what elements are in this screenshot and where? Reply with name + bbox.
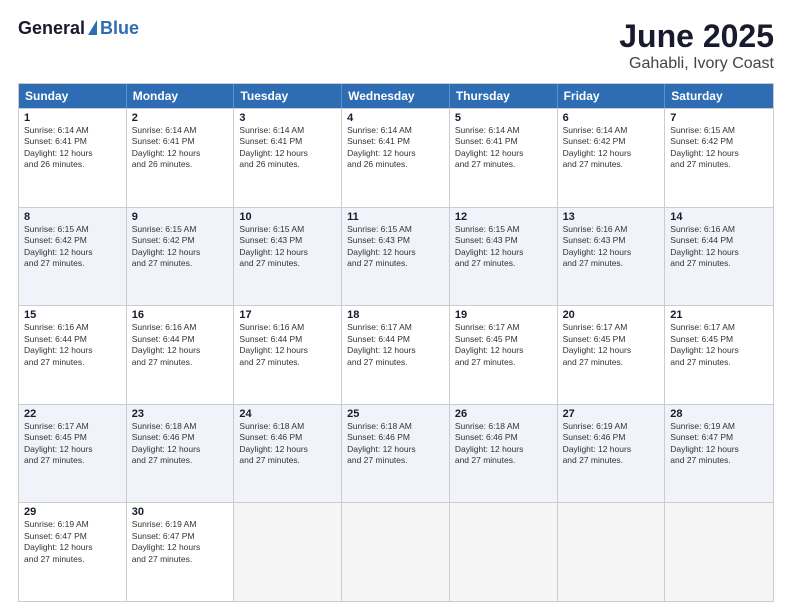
day-empty-5	[665, 503, 773, 601]
logo-blue-text: Blue	[100, 18, 139, 39]
calendar-subtitle: Gahabli, Ivory Coast	[619, 55, 774, 73]
logo: General Blue	[18, 18, 139, 39]
header: General Blue June 2025 Gahabli, Ivory Co…	[18, 18, 774, 73]
logo-triangle-icon	[88, 20, 97, 35]
day-19: 19 Sunrise: 6:17 AMSunset: 6:45 PMDaylig…	[450, 306, 558, 404]
day-3: 3 Sunrise: 6:14 AMSunset: 6:41 PMDayligh…	[234, 109, 342, 207]
day-30: 30 Sunrise: 6:19 AMSunset: 6:47 PMDaylig…	[127, 503, 235, 601]
day-11: 11 Sunrise: 6:15 AMSunset: 6:43 PMDaylig…	[342, 208, 450, 306]
page: General Blue June 2025 Gahabli, Ivory Co…	[0, 0, 792, 612]
day-26: 26 Sunrise: 6:18 AMSunset: 6:46 PMDaylig…	[450, 405, 558, 503]
calendar-body: 1 Sunrise: 6:14 AMSunset: 6:41 PMDayligh…	[19, 108, 773, 601]
week-4: 22 Sunrise: 6:17 AMSunset: 6:45 PMDaylig…	[19, 404, 773, 503]
week-1: 1 Sunrise: 6:14 AMSunset: 6:41 PMDayligh…	[19, 108, 773, 207]
week-3: 15 Sunrise: 6:16 AMSunset: 6:44 PMDaylig…	[19, 305, 773, 404]
day-7: 7 Sunrise: 6:15 AMSunset: 6:42 PMDayligh…	[665, 109, 773, 207]
day-18: 18 Sunrise: 6:17 AMSunset: 6:44 PMDaylig…	[342, 306, 450, 404]
day-22: 22 Sunrise: 6:17 AMSunset: 6:45 PMDaylig…	[19, 405, 127, 503]
day-15: 15 Sunrise: 6:16 AMSunset: 6:44 PMDaylig…	[19, 306, 127, 404]
day-23: 23 Sunrise: 6:18 AMSunset: 6:46 PMDaylig…	[127, 405, 235, 503]
day-5: 5 Sunrise: 6:14 AMSunset: 6:41 PMDayligh…	[450, 109, 558, 207]
day-empty-3	[450, 503, 558, 601]
day-8: 8 Sunrise: 6:15 AMSunset: 6:42 PMDayligh…	[19, 208, 127, 306]
day-2: 2 Sunrise: 6:14 AMSunset: 6:41 PMDayligh…	[127, 109, 235, 207]
day-empty-1	[234, 503, 342, 601]
header-saturday: Saturday	[665, 84, 773, 108]
header-wednesday: Wednesday	[342, 84, 450, 108]
day-12: 12 Sunrise: 6:15 AMSunset: 6:43 PMDaylig…	[450, 208, 558, 306]
week-5: 29 Sunrise: 6:19 AMSunset: 6:47 PMDaylig…	[19, 502, 773, 601]
day-1: 1 Sunrise: 6:14 AMSunset: 6:41 PMDayligh…	[19, 109, 127, 207]
day-29: 29 Sunrise: 6:19 AMSunset: 6:47 PMDaylig…	[19, 503, 127, 601]
header-tuesday: Tuesday	[234, 84, 342, 108]
day-9: 9 Sunrise: 6:15 AMSunset: 6:42 PMDayligh…	[127, 208, 235, 306]
day-28: 28 Sunrise: 6:19 AMSunset: 6:47 PMDaylig…	[665, 405, 773, 503]
calendar-title: June 2025	[619, 18, 774, 55]
header-monday: Monday	[127, 84, 235, 108]
day-6: 6 Sunrise: 6:14 AMSunset: 6:42 PMDayligh…	[558, 109, 666, 207]
day-24: 24 Sunrise: 6:18 AMSunset: 6:46 PMDaylig…	[234, 405, 342, 503]
calendar: Sunday Monday Tuesday Wednesday Thursday…	[18, 83, 774, 602]
day-empty-4	[558, 503, 666, 601]
week-2: 8 Sunrise: 6:15 AMSunset: 6:42 PMDayligh…	[19, 207, 773, 306]
day-25: 25 Sunrise: 6:18 AMSunset: 6:46 PMDaylig…	[342, 405, 450, 503]
day-27: 27 Sunrise: 6:19 AMSunset: 6:46 PMDaylig…	[558, 405, 666, 503]
day-empty-2	[342, 503, 450, 601]
day-17: 17 Sunrise: 6:16 AMSunset: 6:44 PMDaylig…	[234, 306, 342, 404]
day-20: 20 Sunrise: 6:17 AMSunset: 6:45 PMDaylig…	[558, 306, 666, 404]
day-4: 4 Sunrise: 6:14 AMSunset: 6:41 PMDayligh…	[342, 109, 450, 207]
header-thursday: Thursday	[450, 84, 558, 108]
day-21: 21 Sunrise: 6:17 AMSunset: 6:45 PMDaylig…	[665, 306, 773, 404]
logo-general-text: General	[18, 18, 85, 39]
day-13: 13 Sunrise: 6:16 AMSunset: 6:43 PMDaylig…	[558, 208, 666, 306]
day-10: 10 Sunrise: 6:15 AMSunset: 6:43 PMDaylig…	[234, 208, 342, 306]
calendar-header-row: Sunday Monday Tuesday Wednesday Thursday…	[19, 84, 773, 108]
day-14: 14 Sunrise: 6:16 AMSunset: 6:44 PMDaylig…	[665, 208, 773, 306]
day-16: 16 Sunrise: 6:16 AMSunset: 6:44 PMDaylig…	[127, 306, 235, 404]
header-sunday: Sunday	[19, 84, 127, 108]
title-block: June 2025 Gahabli, Ivory Coast	[619, 18, 774, 73]
header-friday: Friday	[558, 84, 666, 108]
